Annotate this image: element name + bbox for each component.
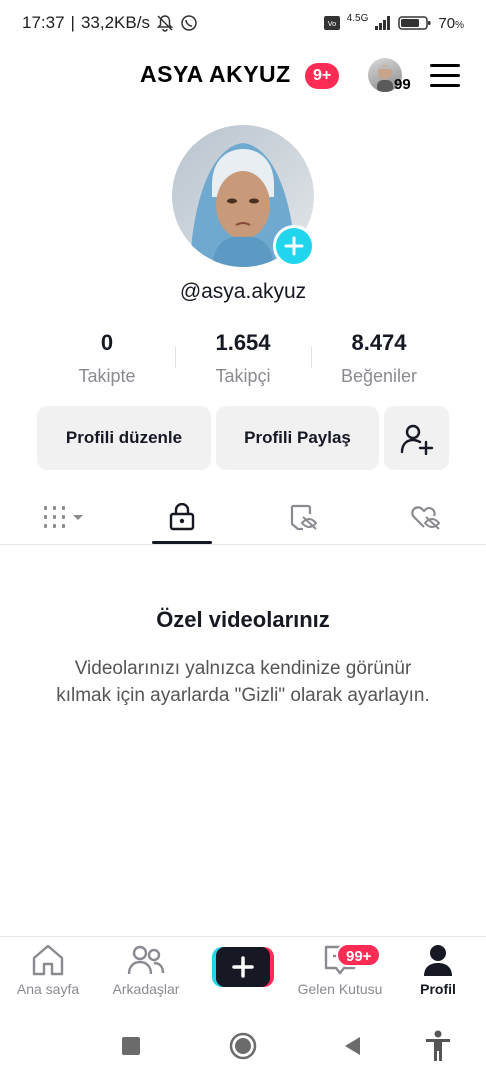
- profile-tabs: [0, 490, 486, 545]
- profile-icon: [424, 945, 452, 976]
- inbox-badge: 99+: [336, 943, 382, 967]
- share-profile-button[interactable]: Profili Paylaş: [216, 406, 379, 470]
- svg-text:Vo: Vo: [327, 20, 336, 28]
- volte-icon: Vo: [323, 15, 341, 31]
- recents-icon[interactable]: [111, 1030, 151, 1062]
- stat-value: 1.654: [215, 330, 271, 355]
- nav-label: Gelen Kutusu: [297, 981, 383, 997]
- empty-state-description: Videolarınızı yalnızca kendinize görünür…: [56, 658, 430, 706]
- battery-level: 70%: [438, 14, 464, 32]
- plus-icon: [232, 956, 254, 978]
- back-icon[interactable]: [332, 1030, 372, 1062]
- active-tab-indicator: [152, 541, 212, 544]
- status-bar: 17:37 | 33,2KB/s Vo 4.5G 70%: [22, 12, 464, 33]
- profile-handle: @asya.akyuz: [179, 280, 307, 303]
- stat-label: Beğeniler: [340, 366, 418, 386]
- stat-value: 8.474: [351, 330, 407, 355]
- bottom-navigation: Ana sayfa Arkadaşlar Gelen Kutusu 99+ Pr…: [0, 936, 486, 1010]
- nav-home[interactable]: Ana sayfa: [0, 943, 96, 997]
- profile-title[interactable]: ASYA AKYUZ: [140, 61, 291, 88]
- network-type: 4.5G: [346, 12, 369, 24]
- system-navigation: [0, 1016, 486, 1080]
- account-badge-count: 99: [394, 76, 411, 93]
- profile-stats: 0 Takipte 1.654 Takipçi 8.474 Beğeniler: [0, 330, 486, 394]
- battery-icon: [398, 15, 432, 31]
- tab-videos[interactable]: [30, 490, 100, 544]
- empty-state-title: Özel videolarınız: [156, 607, 330, 632]
- person-add-icon: [400, 424, 433, 455]
- friends-icon: [127, 945, 165, 975]
- whatsapp-icon: [180, 14, 198, 32]
- stat-value: 0: [100, 330, 114, 355]
- add-story-button[interactable]: [273, 225, 315, 267]
- nav-label: Ana sayfa: [16, 981, 80, 997]
- stat-following[interactable]: 0 Takipte: [37, 330, 177, 387]
- signal-icon: [374, 15, 392, 31]
- stat-likes[interactable]: 8.474 Beğeniler: [309, 330, 449, 387]
- stat-label: Takipçi: [215, 366, 271, 386]
- tagged-eye-icon: [290, 504, 318, 531]
- home-icon: [32, 944, 64, 976]
- lock-icon: [169, 503, 195, 531]
- stat-followers[interactable]: 1.654 Takipçi: [173, 330, 313, 387]
- mute-bell-icon: [156, 14, 174, 32]
- create-button[interactable]: [212, 947, 274, 987]
- tab-private[interactable]: [148, 490, 216, 544]
- tab-tagged[interactable]: [270, 490, 338, 544]
- hamburger-menu-icon[interactable]: [430, 64, 460, 88]
- profile-header: ASYA AKYUZ 9+ 99: [0, 52, 486, 100]
- edit-profile-button[interactable]: Profili düzenle: [37, 406, 211, 470]
- liked-eye-icon: [411, 506, 441, 530]
- stat-label: Takipte: [78, 366, 136, 386]
- nav-friends[interactable]: Arkadaşlar: [98, 943, 194, 997]
- status-time: 17:37: [22, 13, 65, 32]
- nav-label: Arkadaşlar: [112, 981, 180, 997]
- profile-avatar-container[interactable]: [172, 125, 315, 267]
- plus-icon: [284, 236, 304, 256]
- nav-label: Profil: [420, 981, 456, 997]
- grid-icon: [44, 506, 83, 528]
- notification-badge[interactable]: 9+: [305, 63, 340, 89]
- add-friend-button[interactable]: [384, 406, 449, 470]
- status-speed: 33,2KB/s: [80, 13, 150, 32]
- tab-liked[interactable]: [392, 490, 460, 544]
- home-circle-icon[interactable]: [223, 1030, 263, 1062]
- accessibility-icon[interactable]: [418, 1030, 458, 1062]
- nav-profile[interactable]: Profil: [390, 943, 486, 997]
